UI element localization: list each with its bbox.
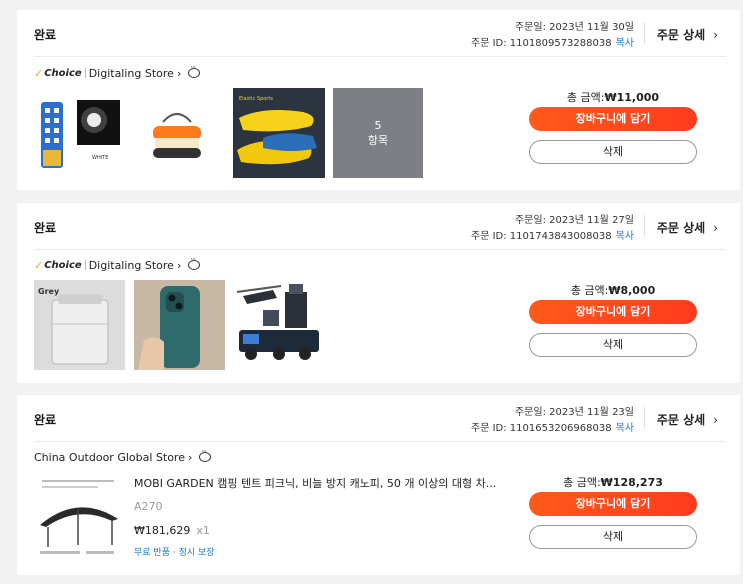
choice-badge: ✓ Choice (34, 67, 89, 80)
order-total: 총 금액:₩128,273 (563, 476, 663, 489)
order-status: 완료 (34, 221, 57, 235)
product-price-value: ₩181,629 (134, 524, 191, 537)
add-to-cart-button[interactable]: 장바구니에 담기 (529, 492, 697, 516)
more-items-label: 항목 (367, 134, 389, 147)
add-to-cart-button[interactable]: 장바구니에 담기 (529, 107, 697, 131)
chevron-right-icon: › (713, 28, 718, 42)
product-thumbnail[interactable] (34, 475, 122, 563)
product-quantity: x1 (196, 524, 210, 537)
divider (34, 249, 726, 250)
order-date: 주문일: 2023년 11월 27일 (514, 215, 634, 226)
order-id: 주문 ID: 1101743843008038 복사 (471, 227, 634, 242)
store-name[interactable]: Digitaling Store (89, 67, 174, 80)
chat-icon[interactable] (188, 255, 201, 270)
order-id: 주문 ID: 1101809573288038 복사 (471, 34, 634, 49)
copy-link[interactable]: 복사 (616, 423, 634, 434)
product-thumbnail[interactable]: Elastic Sports (233, 88, 325, 178)
chat-icon[interactable] (188, 63, 201, 78)
order-card: 완료 주문일: 2023년 11월 27일 주문 ID: 11017438430… (17, 203, 740, 383)
delete-button[interactable]: 삭제 (529, 140, 697, 164)
store-name[interactable]: China Outdoor Global Store (34, 451, 185, 464)
delete-button[interactable]: 삭제 (529, 525, 697, 549)
divider (34, 441, 726, 442)
order-date: 주문일: 2023년 11월 30일 (514, 22, 634, 33)
divider (644, 407, 645, 429)
divider (34, 56, 726, 57)
product-price: ₩181,629 x1 (134, 524, 210, 537)
product-perks: 무료 반품 · 정시 보장 (134, 548, 215, 558)
order-total-value: ₩11,000 (604, 91, 660, 104)
chat-icon[interactable] (199, 447, 212, 462)
product-title[interactable]: MOBI GARDEN 캠핑 텐트 피크닉, 비늘 방지 캐노피, 50 개 이… (134, 475, 496, 491)
insoles-image: Elastic Sports (233, 88, 325, 178)
order-card: 완료 주문일: 2023년 11월 23일 주문 ID: 11016532069… (17, 395, 740, 575)
choice-check-icon: ✓ (34, 258, 44, 272)
product-thumbnail[interactable] (133, 88, 221, 176)
led-bulb-image: WHITE (41, 100, 120, 168)
chevron-right-icon: › (713, 221, 718, 235)
order-detail-link[interactable]: 주문 상세 › (657, 26, 718, 43)
order-header: 완료 주문일: 2023년 11월 30일 주문 ID: 11018095732… (17, 10, 740, 56)
order-detail-link[interactable]: 주문 상세 › (657, 411, 718, 428)
order-total: 총 금액:₩11,000 (566, 91, 660, 104)
order-id-text: 주문 ID: 1101809573288038 (471, 38, 612, 49)
choice-label: Choice (44, 259, 82, 271)
copy-link[interactable]: 복사 (616, 231, 634, 242)
product-thumbnail[interactable] (233, 280, 325, 370)
order-detail-label: 주문 상세 (656, 221, 706, 235)
order-status: 완료 (34, 28, 57, 42)
store-row[interactable]: ✓ Choice Digitaling Store › (34, 63, 201, 81)
product-thumbnail[interactable]: Grey (34, 280, 125, 370)
order-total-value: ₩128,273 (600, 476, 663, 489)
order-id-text: 주문 ID: 1101653206968038 (471, 423, 612, 434)
product-thumbnail[interactable] (134, 280, 225, 370)
order-date: 주문일: 2023년 11월 23일 (514, 407, 634, 418)
chevron-right-icon: › (713, 413, 718, 427)
order-header: 완료 주문일: 2023년 11월 27일 주문 ID: 11017438430… (17, 203, 740, 249)
order-total-value: ₩8,000 (608, 284, 656, 297)
chevron-right-icon: › (176, 66, 182, 80)
order-id: 주문 ID: 1101653206968038 복사 (471, 419, 634, 434)
choice-label: Choice (44, 67, 82, 79)
choice-badge: ✓ Choice (34, 259, 89, 272)
order-card: 완료 주문일: 2023년 11월 30일 주문 ID: 11018095732… (17, 10, 740, 190)
toy-robot-truck-image (236, 284, 319, 360)
store-name[interactable]: Digitaling Store (89, 259, 174, 272)
svg-text:Grey: Grey (38, 287, 60, 296)
order-detail-label: 주문 상세 (656, 413, 706, 427)
chevron-right-icon: › (187, 450, 193, 464)
more-items-count: 5 (374, 119, 382, 132)
product-thumbnail[interactable]: WHITE (34, 88, 122, 176)
divider (644, 215, 645, 237)
choice-check-icon: ✓ (34, 66, 44, 80)
tent-canopy-image (34, 475, 122, 563)
add-to-cart-button[interactable]: 장바구니에 담기 (529, 300, 697, 324)
camp-lantern-image (153, 113, 201, 158)
order-total: 총 금액:₩8,000 (570, 284, 656, 297)
divider (644, 22, 645, 44)
order-id-text: 주문 ID: 1101743843008038 (471, 231, 612, 242)
order-header: 완료 주문일: 2023년 11월 23일 주문 ID: 11016532069… (17, 395, 740, 441)
svg-text:WHITE: WHITE (92, 155, 108, 161)
store-row[interactable]: China Outdoor Global Store › (34, 447, 212, 465)
copy-link[interactable]: 복사 (616, 38, 634, 49)
phone-case-image (134, 280, 225, 370)
store-row[interactable]: ✓ Choice Digitaling Store › (34, 255, 201, 273)
chevron-right-icon: › (176, 258, 182, 272)
storage-box-image: Grey (34, 280, 125, 370)
order-status: 완료 (34, 413, 57, 427)
delete-button[interactable]: 삭제 (529, 333, 697, 357)
svg-text:Elastic Sports: Elastic Sports (239, 96, 273, 102)
order-detail-label: 주문 상세 (656, 28, 706, 42)
order-detail-link[interactable]: 주문 상세 › (657, 219, 718, 236)
more-items-thumbnail[interactable]: 5 항목 (333, 88, 423, 178)
product-sku: A270 (134, 500, 163, 513)
